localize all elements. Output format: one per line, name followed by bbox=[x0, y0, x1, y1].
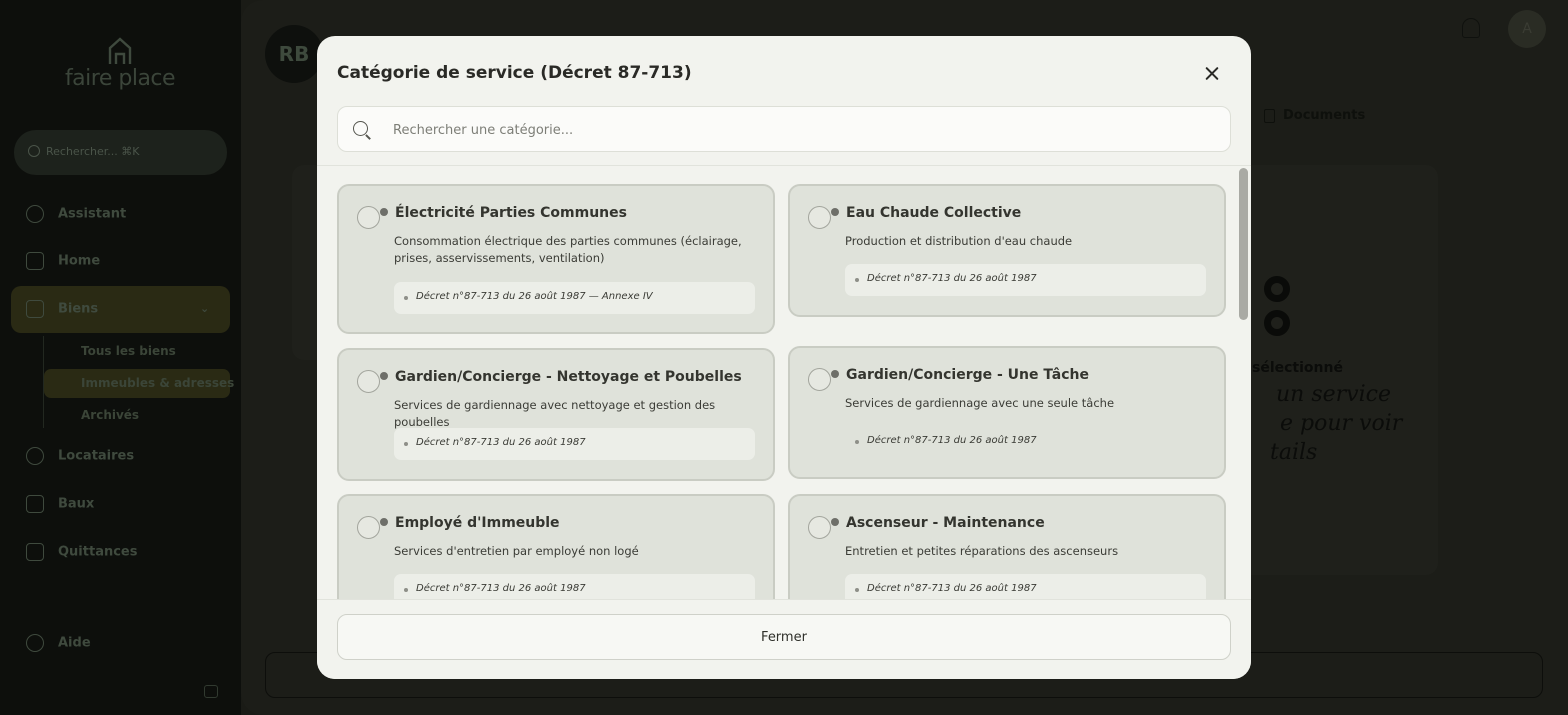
nav-label: Baux bbox=[58, 496, 95, 512]
nav-label: Aide bbox=[58, 635, 91, 651]
category-description: Services de gardiennage avec une seule t… bbox=[845, 396, 1115, 410]
nav-item-biens[interactable]: Biens ⌄ bbox=[26, 300, 209, 318]
nav-label: Locataires bbox=[58, 448, 135, 464]
radio-button[interactable] bbox=[357, 516, 380, 539]
category-card[interactable]: Gardien/Concierge - Nettoyage et Poubell… bbox=[337, 348, 775, 481]
search-icon bbox=[28, 145, 40, 157]
category-reference: Décret n°87-713 du 26 août 1987 bbox=[845, 574, 1206, 599]
help-icon bbox=[26, 634, 44, 652]
close-button[interactable]: Fermer bbox=[337, 614, 1231, 660]
sidebar-search[interactable]: Rechercher... ⌘K bbox=[14, 130, 227, 175]
nav-item-aide[interactable]: Aide bbox=[26, 634, 91, 652]
category-modal: Catégorie de service (Décret 87-713) Éle… bbox=[317, 36, 1251, 679]
category-reference: Décret n°87-713 du 26 août 1987 bbox=[845, 426, 1206, 458]
modal-header: Catégorie de service (Décret 87-713) bbox=[317, 36, 1251, 166]
sidebar-collapse-icon[interactable] bbox=[204, 685, 218, 698]
category-description: Services d'entretien par employé non log… bbox=[394, 544, 639, 558]
category-description: Production et distribution d'eau chaude bbox=[845, 234, 1073, 248]
sidebar: faire place Rechercher... ⌘K Assistant H… bbox=[0, 0, 241, 715]
hint-line: e pour voir bbox=[1280, 411, 1403, 436]
tab-label: Documents bbox=[1283, 108, 1366, 123]
nav-label: Assistant bbox=[58, 206, 127, 222]
hint-line: un service bbox=[1276, 382, 1391, 407]
sparkle-icon bbox=[26, 205, 44, 223]
app-logo[interactable]: faire place bbox=[64, 36, 176, 96]
nav-item-quittances[interactable]: Quittances bbox=[26, 543, 137, 561]
radio-button[interactable] bbox=[808, 206, 831, 229]
nav-item-baux[interactable]: Baux bbox=[26, 495, 94, 513]
modal-footer: Fermer bbox=[317, 599, 1251, 679]
category-reference: Décret n°87-713 du 26 août 1987 — Annexe… bbox=[394, 282, 755, 314]
category-card[interactable]: Employé d'Immeuble Services d'entretien … bbox=[337, 494, 775, 599]
house-logo-icon bbox=[108, 37, 132, 64]
bell-icon[interactable] bbox=[1462, 18, 1480, 38]
subnav-label: Immeubles & adresses bbox=[81, 376, 235, 390]
nav-label: Biens bbox=[58, 301, 99, 317]
nav-item-assistant[interactable]: Assistant bbox=[26, 205, 126, 223]
close-icon[interactable] bbox=[1201, 63, 1223, 85]
background-panel-left bbox=[292, 165, 318, 360]
category-reference: Décret n°87-713 du 26 août 1987 bbox=[845, 264, 1206, 296]
file-icon bbox=[26, 495, 44, 513]
subnav-item-archives[interactable]: Archivés bbox=[81, 408, 139, 422]
sidebar-search-label: Rechercher... ⌘K bbox=[46, 145, 140, 158]
hint-line: tails bbox=[1270, 440, 1318, 465]
category-list[interactable]: Électricité Parties Communes Consommatio… bbox=[317, 167, 1251, 599]
nav-item-locataires[interactable]: Locataires bbox=[26, 447, 134, 465]
logo-text: faire place bbox=[64, 66, 176, 91]
chevron-down-icon: ⌄ bbox=[200, 302, 210, 315]
category-title: Gardien/Concierge - Une Tâche bbox=[846, 367, 1090, 383]
home-icon bbox=[26, 252, 44, 270]
radio-button[interactable] bbox=[808, 368, 831, 391]
search-icon bbox=[353, 121, 368, 136]
user-icon bbox=[26, 447, 44, 465]
category-description: Services de gardiennage avec nettoyage e… bbox=[394, 398, 716, 429]
subnav-item-tous-les-biens[interactable]: Tous les biens bbox=[81, 344, 176, 358]
list-scrollbar[interactable] bbox=[1239, 168, 1248, 320]
category-card[interactable]: Eau Chaude Collective Production et dist… bbox=[788, 184, 1226, 317]
subnav-label: Tous les biens bbox=[81, 344, 176, 358]
category-card[interactable]: Gardien/Concierge - Une Tâche Services d… bbox=[788, 346, 1226, 479]
radio-button[interactable] bbox=[357, 206, 380, 229]
subnav-item-immeubles[interactable]: Immeubles & adresses bbox=[81, 376, 234, 390]
category-description: Consommation électrique des parties comm… bbox=[394, 234, 742, 265]
category-description: Entretien et petites réparations des asc… bbox=[845, 544, 1119, 558]
category-reference: Décret n°87-713 du 26 août 1987 bbox=[394, 428, 755, 460]
nav-label: Quittances bbox=[58, 544, 138, 560]
empty-state-icon bbox=[1264, 276, 1290, 344]
building-icon bbox=[26, 300, 44, 318]
receipt-icon bbox=[26, 543, 44, 561]
empty-state-hint: un service e pour voir tails bbox=[1250, 380, 1402, 467]
category-title: Électricité Parties Communes bbox=[395, 205, 627, 221]
empty-state-title: sélectionné bbox=[1252, 360, 1343, 376]
category-card[interactable]: Ascenseur - Maintenance Entretien et pet… bbox=[788, 494, 1226, 599]
category-title: Gardien/Concierge - Nettoyage et Poubell… bbox=[395, 369, 742, 385]
category-title: Eau Chaude Collective bbox=[846, 205, 1022, 221]
nav-label: Home bbox=[58, 253, 101, 269]
category-search-input[interactable] bbox=[393, 119, 1213, 141]
property-avatar: RB bbox=[265, 25, 323, 83]
category-card[interactable]: Électricité Parties Communes Consommatio… bbox=[337, 184, 775, 334]
modal-title: Catégorie de service (Décret 87-713) bbox=[337, 63, 692, 83]
nav-item-home[interactable]: Home bbox=[26, 252, 100, 270]
category-search[interactable] bbox=[337, 106, 1231, 152]
tab-documents[interactable]: Documents bbox=[1264, 108, 1365, 123]
radio-button[interactable] bbox=[808, 516, 831, 539]
document-icon bbox=[1264, 108, 1275, 123]
category-reference: Décret n°87-713 du 26 août 1987 bbox=[394, 574, 755, 599]
user-avatar[interactable]: A bbox=[1508, 10, 1546, 48]
category-title: Ascenseur - Maintenance bbox=[846, 515, 1045, 531]
radio-button[interactable] bbox=[357, 370, 380, 393]
category-title: Employé d'Immeuble bbox=[395, 515, 560, 531]
subnav-label: Archivés bbox=[81, 408, 140, 422]
